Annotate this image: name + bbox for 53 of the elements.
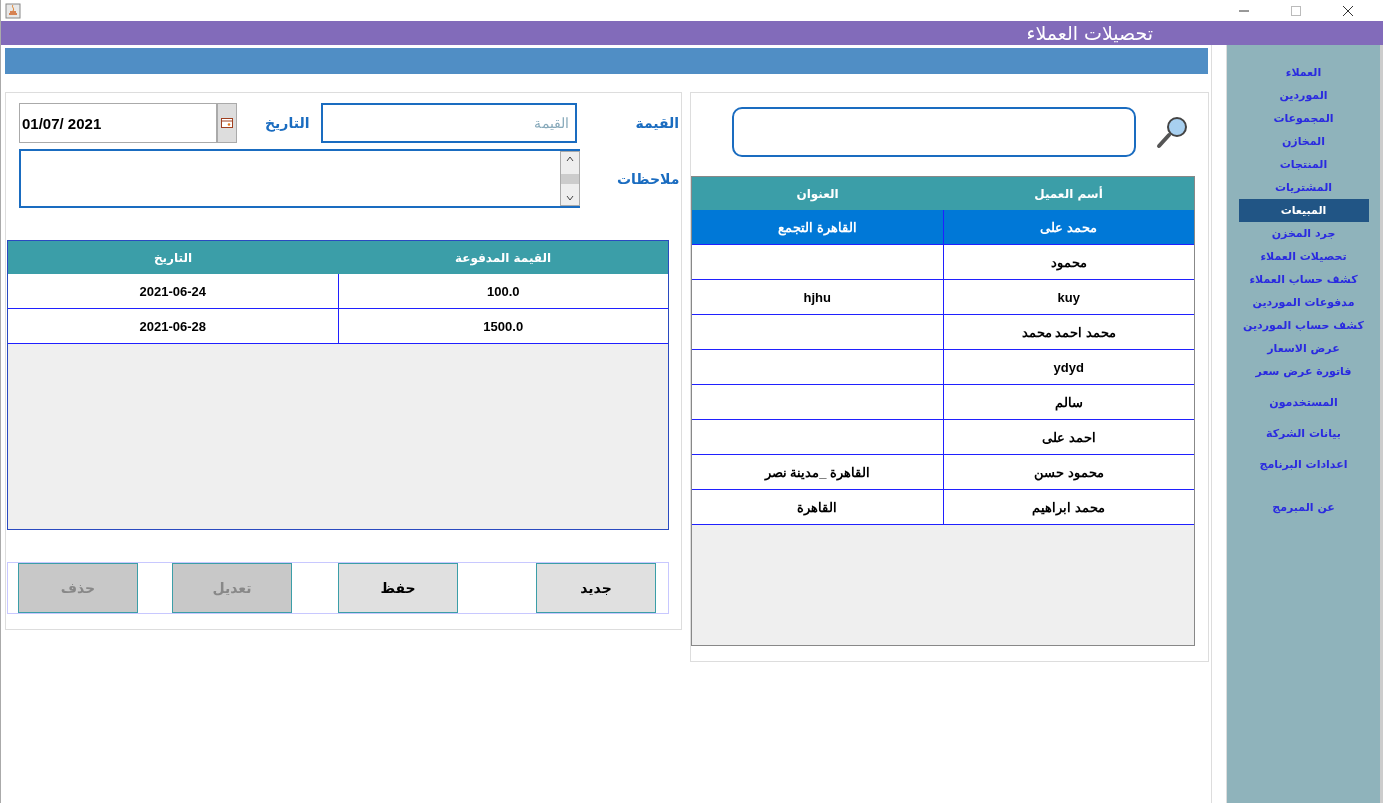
action-button[interactable]: جديد [536, 563, 656, 613]
action-button[interactable]: حفظ [338, 563, 458, 613]
table-row[interactable]: القاهرة _مدينة نصر محمود حسن [692, 455, 1194, 490]
sidebar-item[interactable]: مدفوعات الموردين [1252, 291, 1355, 314]
table-cell: 1500.0 [338, 309, 668, 344]
column-header[interactable]: العنوان [692, 177, 943, 210]
table-row[interactable]: ydyd [692, 350, 1194, 385]
sidebar-item[interactable]: المنتجات [1279, 153, 1328, 176]
table-row[interactable]: محمد احمد محمد [692, 315, 1194, 350]
sidebar-item[interactable]: بيانات الشركة [1266, 422, 1341, 445]
sidebar-item[interactable]: جرد المخزن [1271, 222, 1336, 245]
table-row[interactable]: hjhu kuy [692, 280, 1194, 315]
sidebar-item[interactable]: عرض الاسعار [1267, 337, 1340, 360]
scroll-down-icon[interactable] [566, 195, 574, 201]
window-title: تحصيلات العملاء [1026, 22, 1153, 44]
table-row[interactable]: محمود [692, 245, 1194, 280]
search-icon[interactable] [1156, 115, 1190, 149]
sidebar-item[interactable]: فاتورة عرض سعر [1255, 360, 1352, 383]
table-cell: محمد ابراهيم [943, 490, 1194, 525]
date-field[interactable]: 01/07/ 2021 [19, 103, 217, 143]
sidebar-item[interactable]: المخازن [1281, 130, 1326, 153]
table-row[interactable]: سالم [692, 385, 1194, 420]
sidebar-item[interactable]: المشتريات [1274, 176, 1333, 199]
sidebar-item[interactable]: عن المبرمج [1272, 496, 1335, 519]
table-row[interactable]: احمد على [692, 420, 1194, 455]
calendar-button[interactable] [217, 103, 237, 143]
sidebar-item[interactable]: المبيعات [1238, 199, 1369, 222]
sidebar-item[interactable]: تحصيلات العملاء [1260, 245, 1347, 268]
scroll-up-icon[interactable] [566, 156, 574, 162]
sidebar-item[interactable]: المستخدمون [1269, 391, 1338, 414]
sidebar-item[interactable]: اعدادات البرنامج [1259, 453, 1348, 476]
sidebar-item[interactable]: العملاء [1285, 61, 1322, 84]
table-cell: القاهرة [692, 490, 944, 525]
column-header[interactable]: التاريخ [8, 241, 338, 274]
calendar-icon [221, 118, 233, 128]
column-header[interactable]: القيمة المدفوعة [338, 241, 668, 274]
notes-label: ملاحظات [617, 170, 680, 187]
close-icon[interactable] [1343, 5, 1353, 16]
app-icon [5, 2, 21, 19]
table-row[interactable]: القاهرة التجمع محمد على [692, 210, 1194, 245]
date-label: التاريخ [265, 115, 310, 131]
sidebar-item[interactable]: الموردين [1279, 84, 1328, 107]
table-row[interactable]: القاهرة محمد ابراهيم [692, 490, 1194, 525]
table-cell: 2021-06-28 [8, 309, 339, 344]
column-header[interactable]: أسم العميل [943, 177, 1194, 210]
sidebar-item[interactable]: كشف حساب العملاء [1249, 268, 1358, 291]
notes-field[interactable] [19, 149, 580, 208]
scrollbar-thumb[interactable] [561, 173, 579, 184]
sidebar-item[interactable]: المجموعات [1273, 107, 1334, 130]
amount-label: القيمة [635, 115, 680, 131]
search-field[interactable] [732, 107, 1136, 157]
sidebar-item[interactable]: كشف حساب الموردين [1243, 314, 1364, 337]
amount-field[interactable]: القيمة [321, 103, 578, 143]
